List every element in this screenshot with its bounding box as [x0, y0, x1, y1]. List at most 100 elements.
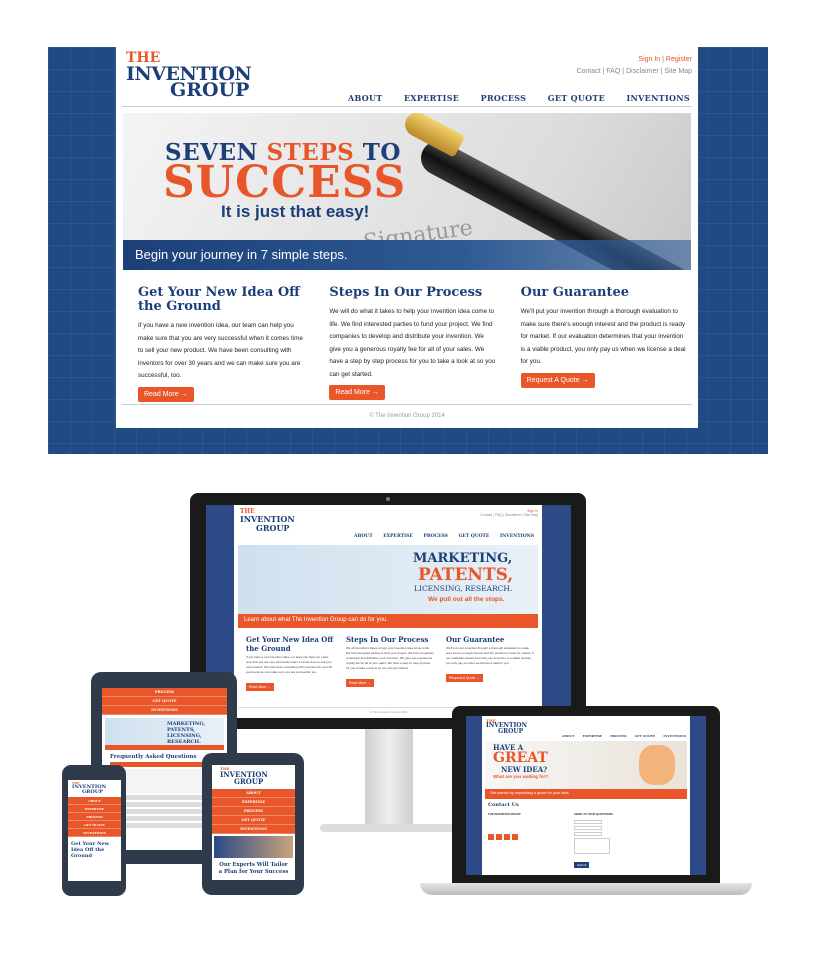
menu-item[interactable]: INVENTIONS — [68, 829, 121, 837]
menu-item[interactable]: EXPERTISE — [68, 805, 121, 813]
column-idea: Get Your New Idea Off the Ground If you … — [138, 286, 305, 402]
mini-hero-line: LICENSING, RESEARCH. — [414, 584, 513, 593]
nav-inventions[interactable]: INVENTIONS — [627, 93, 690, 103]
hero-headline-success: SUCCESS — [163, 157, 407, 208]
site-logo[interactable]: THE INVENTION GROUP — [126, 51, 252, 100]
mini-hero-bar: Get started by requesting a quote for yo… — [485, 789, 687, 799]
nav-about[interactable]: ABOUT — [348, 93, 383, 103]
mini-nav-item[interactable]: PROCESS — [610, 734, 626, 738]
hero-subline: It is just that easy! — [221, 202, 370, 221]
mini-hero-line: We pull out all the stops. — [428, 596, 505, 603]
menu-item[interactable]: PROCESS — [212, 807, 295, 816]
nav-process[interactable]: PROCESS — [481, 93, 527, 103]
mini-nav-item[interactable]: EXPERTISE — [583, 734, 603, 738]
phone-hero — [214, 836, 293, 858]
nav-get-quote[interactable]: GET QUOTE — [548, 93, 605, 103]
mini-nav-item[interactable]: GET QUOTE — [459, 534, 490, 539]
message-field[interactable] — [574, 838, 610, 854]
monitor-stand — [365, 729, 413, 825]
menu-item[interactable]: GET QUOTE — [212, 816, 295, 825]
camera-icon — [386, 497, 390, 501]
read-more-button[interactable]: Read More → — [138, 386, 194, 402]
menu-item[interactable]: INVENTIONS — [102, 706, 227, 715]
phone-menu: ABOUT EXPERTISE PROCESS GET QUOTE INVENT… — [68, 797, 121, 837]
read-more-button[interactable]: Read More → — [246, 683, 274, 691]
read-more-button[interactable]: Read More → — [329, 385, 385, 400]
menu-item[interactable]: INVENTIONS — [212, 825, 295, 834]
person-photo — [639, 745, 675, 785]
column-guarantee: Our Guarantee We'll put your invention t… — [520, 285, 688, 402]
contact-heading: Contact Us — [488, 802, 519, 808]
content-columns: Get Your New Idea Off the Ground If you … — [138, 286, 688, 402]
menu-item[interactable]: EXPERTISE — [212, 798, 295, 807]
column-text: If you have a new invention idea, our te… — [138, 322, 303, 379]
mini-logo: THE INVENTION GROUP — [486, 718, 527, 735]
laptop-screen: THE INVENTION GROUP ABOUT EXPERTISE PROCESS G… — [466, 716, 706, 875]
sign-in-link[interactable]: Sign In — [638, 56, 660, 63]
mini-nav-item[interactable]: INVENTIONS — [663, 734, 686, 738]
menu-item[interactable]: PROCESS — [102, 688, 227, 697]
register-link[interactable]: Register — [666, 56, 692, 63]
monitor-base — [320, 824, 458, 832]
request-quote-button[interactable]: Request A Quote → — [446, 674, 483, 682]
tablet-hero: MARKETING, PATENTS, LICENSING, RESEARCH. — [105, 718, 224, 750]
column-text: We'll put your invention through a thoro… — [520, 308, 686, 365]
facebook-icon[interactable] — [488, 834, 494, 840]
column-process: Steps In Our Process We will do what it … — [329, 286, 496, 402]
phone-field[interactable] — [574, 832, 602, 836]
main-nav: ABOUT EXPERTISE PROCESS GET QUOTE INVENT… — [348, 93, 690, 103]
mini-nav-item[interactable]: ABOUT — [562, 734, 574, 738]
website-page: THE INVENTION GROUP Sign In | Register C… — [116, 47, 698, 428]
column-text: We will do what it takes to help your in… — [329, 308, 496, 378]
column-title: Steps In Our Process — [329, 285, 483, 300]
column-title: Get Your New Idea Off the Ground — [138, 285, 300, 314]
page-footer: © The Invention Group 2014 — [122, 404, 692, 419]
mini-hero: HAVE A GREAT NEW IDEA? What are you wait… — [485, 741, 687, 799]
menu-item[interactable]: PROCESS — [68, 813, 121, 821]
mini-hero-line: NEW IDEA? — [501, 765, 548, 774]
showcase-canvas: { "site": { "logo_the": "THE", "logo_inv… — [0, 0, 816, 960]
phone-headline: Our Experts Will Tailor a Plan for Your … — [218, 862, 289, 875]
column-title: Our Guarantee — [520, 285, 630, 300]
mini-hero-line: GREAT — [493, 750, 548, 766]
phone-headline: Get Your New Idea Off the Ground — [71, 841, 110, 859]
monitor-screen: THE INVENTION GROUP Sign In Contact | FAQ |… — [206, 505, 571, 718]
request-quote-button[interactable]: Request A Quote → — [520, 372, 595, 388]
mini-hero-line: PATENTS, — [418, 565, 514, 585]
mini-logo: THE INVENTION GROUP — [72, 781, 107, 795]
mini-nav-item[interactable]: ABOUT — [354, 534, 373, 539]
laptop-base — [420, 883, 752, 895]
phone-small-screen: THE INVENTION GROUP ABOUT EXPERTISE PROCES… — [68, 780, 121, 881]
mini-hero-line: MARKETING, — [413, 551, 513, 566]
hero-banner[interactable]: Signature SEVEN STEPS TO SUCCESS It is j… — [123, 113, 691, 270]
read-more-button[interactable]: Read More → — [346, 679, 374, 687]
secondary-links[interactable]: Contact | FAQ | Disclaimer | Site Map — [576, 66, 692, 78]
name-field[interactable] — [574, 820, 602, 824]
twitter-icon[interactable] — [496, 834, 502, 840]
mini-nav-item[interactable]: INVENTIONS — [500, 534, 534, 539]
linkedin-icon[interactable] — [504, 834, 510, 840]
menu-item[interactable]: ABOUT — [212, 789, 295, 798]
mini-logo: THE INVENTION GROUP — [240, 508, 295, 533]
mini-nav-item[interactable]: PROCESS — [423, 534, 447, 539]
mini-nav: ABOUT EXPERTISE PROCESS GET QUOTE INVENTIONS — [354, 534, 534, 539]
tablet-hero-bar — [105, 745, 224, 750]
hero-caption-bar: Begin your journey in 7 simple steps. — [123, 240, 691, 270]
menu-item[interactable]: GET QUOTE — [102, 697, 227, 706]
menu-item[interactable]: GET QUOTE — [68, 821, 121, 829]
menu-item[interactable]: ABOUT — [68, 797, 121, 805]
monitor-page: THE INVENTION GROUP Sign In Contact | FAQ |… — [234, 505, 542, 718]
submit-button[interactable]: Submit — [574, 862, 590, 868]
mini-hero-line: What are you waiting for? — [493, 774, 549, 779]
mini-nav: ABOUT EXPERTISE PROCESS GET QUOTE INVENTIONS — [562, 734, 686, 738]
form-title: SEND US YOUR QUESTIONS. — [574, 812, 614, 816]
nav-divider — [122, 106, 692, 107]
pinterest-icon[interactable] — [512, 834, 518, 840]
laptop-page: THE INVENTION GROUP ABOUT EXPERTISE PROCESS G… — [482, 716, 690, 875]
mini-nav-item[interactable]: GET QUOTE — [635, 734, 656, 738]
email-field[interactable] — [574, 826, 602, 830]
nav-expertise[interactable]: EXPERTISE — [404, 93, 459, 103]
mini-nav-item[interactable]: EXPERTISE — [383, 534, 413, 539]
mini-columns: Get Your New Idea Off the Ground If you h… — [246, 635, 534, 691]
utility-links: Sign In | Register Contact | FAQ | Discl… — [576, 54, 692, 78]
